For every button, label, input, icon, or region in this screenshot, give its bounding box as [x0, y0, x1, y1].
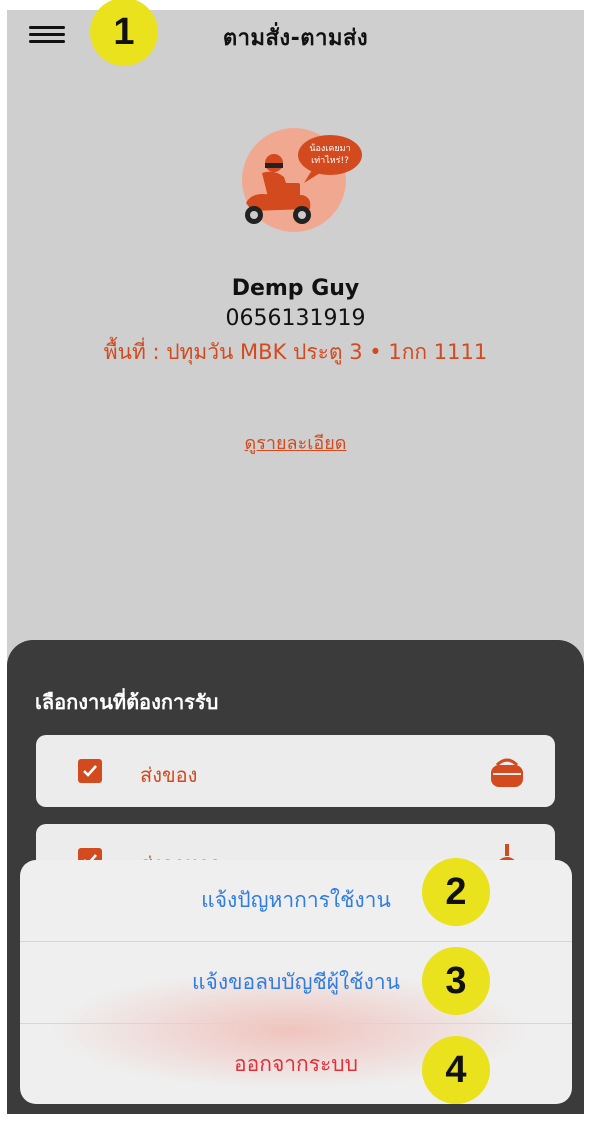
annotation-marker-4: 4	[422, 1036, 490, 1104]
user-phone: 0656131919	[225, 306, 366, 331]
checkbox-checked-icon[interactable]	[78, 759, 102, 783]
speech-bubble-line2: เท่าไหร่!?	[311, 155, 349, 166]
speech-bubble-line1: น้องเคยมา	[309, 143, 350, 154]
rider-avatar-icon: น้องเคยมา เท่าไหร่!?	[242, 128, 362, 232]
delivery-box-icon	[491, 758, 523, 787]
job-selection-title: เลือกงานที่ต้องการรับ	[35, 690, 219, 714]
annotation-marker-1: 1	[90, 0, 158, 66]
job-label: ส่งของ	[140, 763, 198, 787]
report-problem-button[interactable]: แจ้งปัญหาการใช้งาน	[20, 860, 572, 941]
app-screen: ตามสั่ง-ตามส่ง น้องเคยมา เท่าไหร่!? Demp…	[7, 10, 584, 1114]
annotation-marker-3: 3	[422, 947, 490, 1015]
annotation-marker-2: 2	[422, 858, 490, 926]
view-details-link[interactable]: ดูรายละเอียด	[7, 428, 584, 457]
job-card-parcel[interactable]: ส่งของ	[36, 735, 555, 807]
user-name: Demp Guy	[231, 276, 360, 301]
user-area: พื้นที่ : ปทุมวัน MBK ประตู 3 • 1กก 1111	[103, 340, 488, 364]
